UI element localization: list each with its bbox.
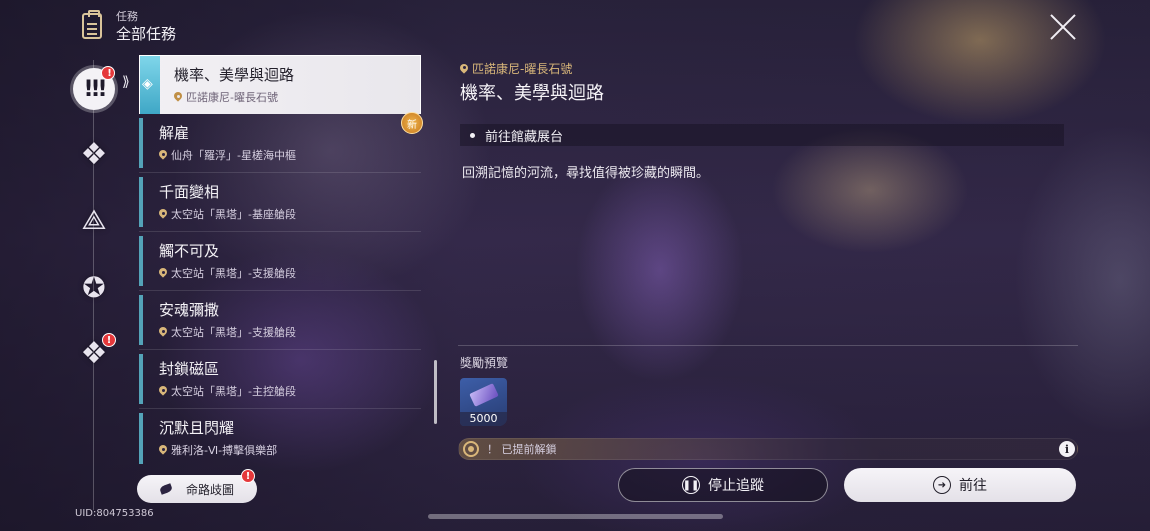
location-pin-icon (159, 209, 167, 219)
new-badge: 新 (401, 112, 423, 134)
unlock-status-bar: ！ 已提前解鎖 i (458, 438, 1078, 460)
info-button[interactable]: i (1059, 441, 1075, 457)
rail-tab-daily[interactable]: ✪ (74, 267, 114, 307)
clipboard-icon (82, 10, 102, 39)
quest-location: 匹諾康尼-曜長石號 (174, 89, 278, 105)
reward-item[interactable]: 5000 (460, 378, 507, 426)
quest-location-text: 太空站「黑塔」-支援艙段 (171, 267, 296, 280)
header: 任務 全部任務 (82, 10, 176, 44)
path-branch-button[interactable]: 命路歧圖 ! (137, 469, 257, 503)
unlock-status-text: ！ 已提前解鎖 (487, 443, 557, 456)
quest-item[interactable]: 封鎖磁區 太空站「黑塔」-主控艙段 (139, 350, 421, 409)
notification-badge: ! (101, 66, 115, 80)
location-pin-icon (174, 92, 182, 102)
location-pin-icon (159, 327, 167, 337)
exclamation-icon: !!! (83, 76, 107, 102)
location-pin-icon (159, 445, 167, 455)
quest-title: 封鎖磁區 (159, 360, 220, 378)
pause-icon: ❚❚ (682, 476, 700, 494)
quest-item[interactable]: 安魂彌撒 太空站「黑塔」-支援艙段 (139, 291, 421, 350)
triangle-star-icon: ⟁ (81, 203, 107, 236)
quest-list-scrollbar[interactable] (434, 360, 437, 424)
quest-type-bar (139, 295, 143, 345)
quest-item-active[interactable]: ◈ 機率、美學與迴路 匹諾康尼-曜長石號 (139, 55, 421, 114)
quest-location: 太空站「黑塔」-支援艙段 (159, 265, 296, 281)
quest-title: 安魂彌撒 (159, 301, 220, 319)
quest-location-text: 太空站「黑塔」-支援艙段 (171, 326, 296, 339)
reward-quantity: 5000 (460, 412, 507, 426)
location-pin-icon (159, 386, 167, 396)
quest-location: 太空站「黑塔」-基座艙段 (159, 206, 296, 222)
quest-type-bar (139, 236, 143, 286)
quest-description: 回溯記憶的河流，尋找值得被珍藏的瞬間。 (462, 166, 710, 181)
home-indicator[interactable] (428, 514, 723, 519)
credit-ticket-icon (469, 383, 499, 407)
quest-type-bar (139, 354, 143, 404)
divider (458, 345, 1078, 346)
path-branch-label: 命路歧圖 (185, 482, 234, 497)
leaf-icon (158, 483, 173, 495)
notification-badge: ! (102, 333, 116, 347)
quest-location: 雅利洛-Ⅵ-搏擊俱樂部 (159, 442, 277, 458)
quest-location-text: 仙舟「羅浮」-星槎海中樞 (171, 149, 296, 162)
quest-location: 太空站「黑塔」-主控艙段 (159, 383, 296, 399)
diamond-star-icon: ❖ (80, 136, 108, 172)
rail-tab-adventure[interactable]: ⟁ (74, 200, 114, 240)
quest-item[interactable]: 千面變相 太空站「黑塔」-基座艙段 (139, 173, 421, 232)
close-button[interactable] (1048, 12, 1078, 42)
go-button[interactable]: ➜ 前往 (844, 468, 1076, 502)
location-pin-icon (159, 268, 167, 278)
selection-arrow-icon: ⟫ (122, 74, 130, 90)
quest-detail-title: 機率、美學與迴路 (460, 83, 604, 104)
quest-title: 機率、美學與迴路 (174, 66, 295, 84)
quest-type-bar (139, 177, 143, 227)
quest-location-text: 太空站「黑塔」-基座艙段 (171, 208, 296, 221)
reward-preview-label: 獎勵預覽 (460, 356, 509, 370)
objective-text: 前往館藏展台 (485, 129, 564, 145)
rail-tab-companion[interactable]: ❖ (74, 134, 114, 174)
quest-title: 解雇 (159, 124, 190, 142)
go-arrow-icon: ➜ (933, 476, 951, 494)
quest-title: 千面變相 (159, 183, 220, 201)
location-pin-icon (159, 150, 167, 160)
quest-item[interactable]: 解雇 仙舟「羅浮」-星槎海中樞 新 (139, 112, 423, 173)
quest-type-bar (139, 118, 143, 168)
stop-tracking-label: 停止追蹤 (708, 478, 764, 494)
bullet-icon (470, 132, 475, 138)
quest-type-bar: ◈ (140, 56, 160, 114)
quest-item[interactable]: 觸不可及 太空站「黑塔」-支援艙段 (139, 232, 421, 291)
header-subtitle: 任務 (116, 10, 138, 23)
quest-list: ◈ 機率、美學與迴路 匹諾康尼-曜長石號 解雇 仙舟「羅浮」-星槎海中樞 新 千… (139, 55, 423, 468)
rail-tab-event[interactable]: ❖ ! (74, 333, 116, 373)
quest-title: 觸不可及 (159, 242, 220, 260)
quest-location-text: 太空站「黑塔」-主控艙段 (171, 385, 296, 398)
detail-location: 匹諾康尼-曜長石號 (460, 60, 572, 77)
rail-tab-trailblaze[interactable]: !!! ! (73, 66, 115, 110)
location-pin-icon (460, 64, 468, 74)
quest-type-bar (139, 413, 143, 464)
player-uid: UID:804753386 (75, 508, 154, 519)
go-label: 前往 (959, 478, 987, 494)
quest-objective: 前往館藏展台 (460, 124, 1064, 146)
notification-badge: ! (241, 469, 255, 483)
quest-location: 仙舟「羅浮」-星槎海中樞 (159, 147, 296, 163)
star-icon: ✪ (82, 270, 106, 304)
detail-location-text: 匹諾康尼-曜長石號 (472, 62, 573, 76)
quest-location-text: 匹諾康尼-曜長石號 (186, 91, 278, 104)
coin-icon (463, 441, 479, 457)
stop-tracking-button[interactable]: ❚❚ 停止追蹤 (618, 468, 828, 502)
quest-item[interactable]: 沉默且閃耀 雅利洛-Ⅵ-搏擊俱樂部 (139, 409, 421, 468)
quest-title: 沉默且閃耀 (159, 419, 235, 437)
quest-location-text: 雅利洛-Ⅵ-搏擊俱樂部 (171, 444, 278, 457)
page-title: 全部任務 (116, 25, 177, 43)
quest-location: 太空站「黑塔」-支援艙段 (159, 324, 296, 340)
quest-type-icon: ◈ (142, 76, 153, 92)
